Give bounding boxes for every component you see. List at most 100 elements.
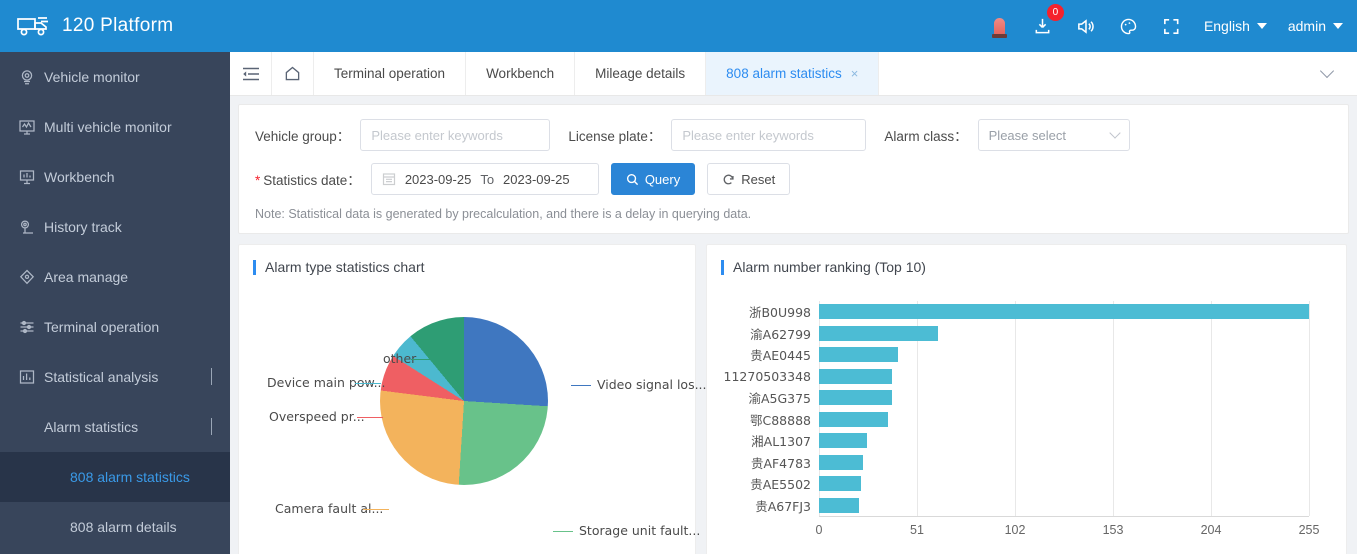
query-button[interactable]: Query xyxy=(610,163,696,195)
sidebar-item-label: Multi vehicle monitor xyxy=(44,119,172,135)
license-plate-input[interactable]: Please enter keywords xyxy=(671,119,867,151)
home-icon[interactable] xyxy=(272,52,314,95)
x-axis-tick: 204 xyxy=(1200,523,1222,537)
date-end: 2023-09-25 xyxy=(503,171,570,187)
gridline xyxy=(1309,301,1310,516)
user-label: admin xyxy=(1287,18,1326,34)
bar[interactable] xyxy=(819,325,939,341)
pie-leader-line xyxy=(357,417,383,418)
bar-row: 渝A5G375 xyxy=(748,387,1309,409)
pie-graphic[interactable] xyxy=(380,317,548,485)
x-axis-tick: 255 xyxy=(1298,523,1320,537)
date-separator: To xyxy=(480,171,495,187)
camera-monitor-icon xyxy=(18,68,44,86)
sidebar-item-workbench[interactable]: Workbench xyxy=(0,152,230,202)
download-icon[interactable]: 0 xyxy=(1032,4,1064,37)
query-label: Query xyxy=(644,171,681,187)
sidebar-item-area-manage[interactable]: Area manage xyxy=(0,252,230,302)
sidebar-item-label: 808 alarm statistics xyxy=(70,469,190,485)
sidebar-item-label: Alarm statistics xyxy=(44,419,139,435)
bar-row: 贵A67FJ3 xyxy=(755,495,1309,517)
filter-row-2: * Statistics date： 2023-09-25 To 2023-09-… xyxy=(255,163,1332,195)
tab-bar: Terminal operation Workbench Mileage detai… xyxy=(230,52,1357,96)
bar[interactable] xyxy=(819,433,867,449)
sidebar-item-vehicle-monitor[interactable]: Vehicle monitor xyxy=(0,52,230,102)
pie-chart: Video signal los... Storage unit fault...… xyxy=(239,275,707,550)
tabbar-collapse-button[interactable] xyxy=(1297,52,1357,95)
accent-bar xyxy=(721,259,724,275)
sidebar-item-label: Terminal operation xyxy=(44,319,160,335)
pie-leader-line xyxy=(553,531,573,532)
chevron-down-icon xyxy=(1333,23,1343,29)
bar-row: 渝A62799 xyxy=(750,323,1309,345)
statistics-date-range[interactable]: 2023-09-25 To 2023-09-25 xyxy=(370,163,599,195)
tab-label: Terminal operation xyxy=(334,66,446,81)
sidebar-item-label: Vehicle monitor xyxy=(44,69,140,85)
tab-terminal-operation[interactable]: Terminal operation xyxy=(314,52,467,95)
pie-title-text: Alarm type statistics chart xyxy=(265,259,425,275)
menu-fold-icon[interactable] xyxy=(230,52,272,95)
filter-row-1: Vehicle group： Please enter keywords Lic… xyxy=(255,119,1332,151)
bar[interactable] xyxy=(819,368,892,384)
bar[interactable] xyxy=(819,347,898,363)
x-axis-tick: 51 xyxy=(910,523,924,537)
sidebar-item-label: Workbench xyxy=(44,169,115,185)
truck-icon xyxy=(16,14,50,38)
bar-category-label: 渝A5G375 xyxy=(748,391,811,407)
bar[interactable] xyxy=(819,476,862,492)
sliders-icon xyxy=(18,318,44,336)
theme-palette-icon[interactable] xyxy=(1118,15,1140,37)
alarm-class-select[interactable]: Please select xyxy=(977,119,1130,151)
bar-category-label: 贵AE0445 xyxy=(750,348,811,364)
sidebar: Vehicle monitor Multi vehicle monitor Work… xyxy=(0,52,230,554)
pie-leader-line xyxy=(571,385,591,386)
bar[interactable] xyxy=(819,454,864,470)
bar-plot: 浙B0U998 渝A62799 贵AE0445 11270503348 渝A5G375 鄂… xyxy=(724,301,1310,517)
bar[interactable] xyxy=(819,497,860,513)
vehicle-group-input[interactable]: Please enter keywords xyxy=(360,119,551,151)
bar[interactable] xyxy=(819,304,1309,320)
sidebar-item-808-alarm-details[interactable]: 808 alarm details xyxy=(0,502,230,552)
bar-category-label: 浙B0U998 xyxy=(748,305,811,321)
top-header: 120 Platform 0 English admin xyxy=(0,0,1357,52)
tab-workbench[interactable]: Workbench xyxy=(466,52,576,95)
sound-icon[interactable] xyxy=(1075,15,1097,37)
bar-category-label: 鄂C88888 xyxy=(750,412,811,428)
pie-slice-label: Overspeed pr... xyxy=(269,409,365,424)
app-root: 120 Platform 0 English admin Vehicle mon… xyxy=(0,0,1357,554)
content-area: Terminal operation Workbench Mileage detai… xyxy=(230,52,1357,554)
accent-bar xyxy=(253,259,256,275)
x-axis-tick: 102 xyxy=(1004,523,1026,537)
sidebar-item-808-alarm-statistics[interactable]: 808 alarm statistics xyxy=(0,452,230,502)
sidebar-item-label: Statistical analysis xyxy=(44,369,159,385)
sidebar-item-terminal-operation[interactable]: Terminal operation xyxy=(0,302,230,352)
bar[interactable] xyxy=(819,390,892,406)
bar-row: 11270503348 xyxy=(724,366,1309,388)
language-selector[interactable]: English xyxy=(1204,18,1267,34)
sidebar-item-history-track[interactable]: History track xyxy=(0,202,230,252)
calendar-icon xyxy=(382,172,396,186)
charts-row: Alarm type statistics chart Video signal… xyxy=(238,244,1349,554)
x-axis-line xyxy=(819,516,1309,517)
user-menu[interactable]: admin xyxy=(1288,18,1343,34)
sidebar-item-multi-vehicle-monitor[interactable]: Multi vehicle monitor xyxy=(0,102,230,152)
bar[interactable] xyxy=(819,411,889,427)
tab-mileage-details[interactable]: Mileage details xyxy=(575,52,707,95)
chevron-down-icon xyxy=(1319,63,1335,79)
reset-label: Reset xyxy=(741,171,776,187)
multi-screen-icon xyxy=(18,118,44,136)
fullscreen-icon[interactable] xyxy=(1161,15,1183,37)
bar-row: 贵AF4783 xyxy=(751,452,1309,474)
reset-button[interactable]: Reset xyxy=(707,163,791,195)
area-polygon-icon xyxy=(18,268,44,286)
bar-category-label: 湘AL1307 xyxy=(751,434,811,450)
alarm-light-icon[interactable] xyxy=(989,15,1011,38)
filter-panel: Vehicle group： Please enter keywords Lic… xyxy=(238,104,1349,234)
alarm-class-value: Please select xyxy=(988,127,1066,143)
close-icon[interactable]: × xyxy=(851,66,859,81)
sidebar-item-alarm-statistics[interactable]: Alarm statistics xyxy=(0,402,230,452)
tab-808-alarm-statistics[interactable]: 808 alarm statistics × xyxy=(706,52,880,95)
download-badge: 0 xyxy=(1046,4,1064,21)
sidebar-item-statistical-analysis[interactable]: Statistical analysis xyxy=(0,352,230,402)
filter-note: Note: Statistical data is generated by p… xyxy=(255,207,752,221)
